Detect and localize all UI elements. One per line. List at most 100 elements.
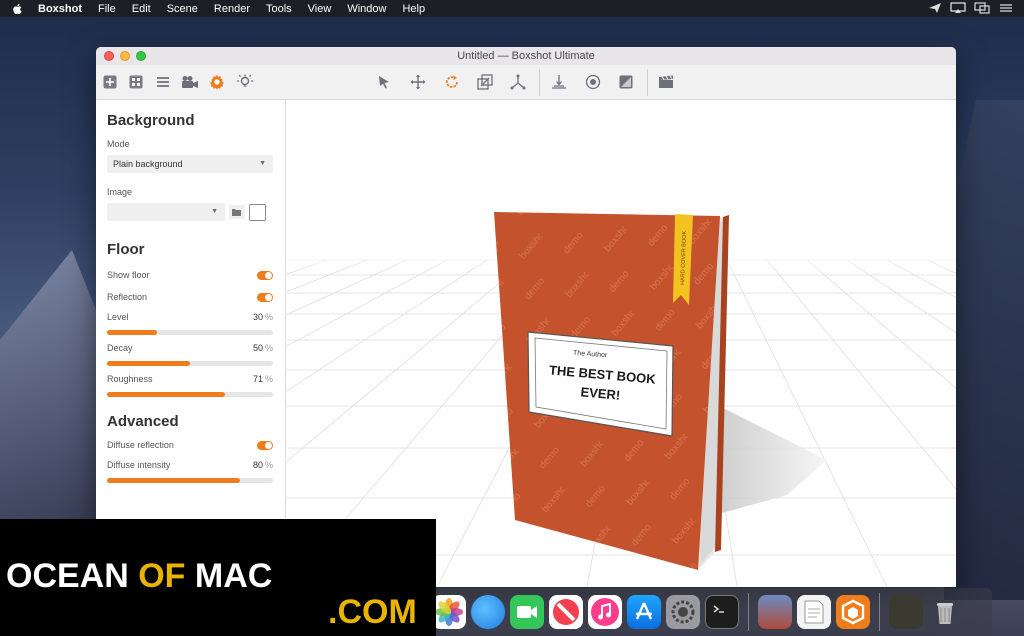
gear-icon [210,75,224,90]
diffuse-intensity-unit: % [264,460,273,470]
airplay-icon[interactable] [950,2,966,14]
mode-label: Mode [107,139,130,149]
chevron-down-icon: ▼ [259,160,266,167]
dock-facetime[interactable] [510,595,544,629]
document-icon [804,600,824,624]
dock-photos[interactable] [432,595,466,629]
title-bar: Untitled — Boxshot Ultimate [96,47,956,65]
render-region-button[interactable] [616,72,636,92]
select-tool-button[interactable] [374,72,394,92]
window-title: Untitled — Boxshot Ultimate [457,50,595,62]
display-icon[interactable] [974,2,990,14]
list-icon [157,77,169,87]
watermark-ocean: OCEAN [6,557,139,595]
dock-news[interactable] [549,595,583,629]
control-center-icon[interactable] [998,2,1014,14]
diffuse-intensity-slider-fill [107,478,240,483]
minimize-window-button[interactable] [120,51,130,61]
pivot-icon [510,74,526,90]
desktop-wallpaper-dune-right [944,100,1024,600]
focus-camera-button[interactable] [583,72,603,92]
decay-slider[interactable] [107,361,273,366]
scene-list-button[interactable] [153,72,173,92]
boxshot-logo-icon [841,599,865,625]
close-window-button[interactable] [104,51,114,61]
menu-window[interactable]: Window [347,3,386,15]
level-label: Level [107,312,129,322]
background-mode-select[interactable]: Plain background ▼ [107,155,273,173]
diffuse-reflection-row: Diffuse reflection [107,434,273,456]
image-label: Image [107,187,133,197]
menu-app-boxshot[interactable]: Boxshot [38,3,82,15]
diffuse-intensity-slider-row: Diffuse intensity 80% [107,460,273,483]
roughness-label: Roughness [107,374,153,384]
dock-trash[interactable] [928,595,962,629]
dock-terminal[interactable] [705,595,739,629]
level-slider-fill [107,330,157,335]
section-title-advanced: Advanced [107,413,179,430]
menu-edit[interactable]: Edit [132,3,151,15]
diffuse-intensity-slider[interactable] [107,478,273,483]
menu-view[interactable]: View [308,3,332,15]
dock-messages[interactable] [471,595,505,629]
environment-settings-button[interactable] [207,72,227,92]
menu-scene[interactable]: Scene [167,3,198,15]
scale-icon [477,74,493,90]
dock-music[interactable] [588,595,622,629]
boxshot-window: Untitled — Boxshot Ultimate Background M… [96,47,956,587]
dock-boxshot[interactable] [836,595,870,629]
background-color-swatch[interactable] [249,203,266,221]
reflection-toggle[interactable] [257,292,273,302]
menu-bar: Boxshot File Edit Scene Render Tools Vie… [0,0,1024,17]
apple-icon[interactable] [12,3,24,15]
level-value: 30 [252,312,263,322]
gear-icon [671,600,695,624]
animation-button[interactable] [656,72,676,92]
dock-textedit[interactable] [797,595,831,629]
menu-help[interactable]: Help [402,3,425,15]
diffuse-reflection-label: Diffuse reflection [107,440,174,450]
dock-app-store[interactable] [627,595,661,629]
decay-slider-fill [107,361,190,366]
show-floor-toggle[interactable] [257,270,273,280]
drop-to-floor-button[interactable] [549,72,569,92]
add-object-button[interactable] [100,72,120,92]
decay-value: 50 [252,343,263,353]
section-title-background: Background [107,112,195,129]
level-slider[interactable] [107,330,273,335]
dock-minimized-window[interactable] [889,595,923,629]
shelf-button[interactable] [126,72,146,92]
target-icon [585,74,601,90]
background-image-select[interactable]: ▼ [107,203,225,221]
toolbar-separator [539,69,540,96]
menu-render[interactable]: Render [214,3,250,15]
dock-separator [748,593,749,631]
3d-viewport[interactable]: demo boxshot [287,100,956,587]
diffuse-reflection-toggle[interactable] [257,440,273,450]
drop-to-floor-icon [552,75,566,89]
scale-tool-button[interactable] [475,72,495,92]
watermark-of: OF [138,557,186,595]
move-tool-button[interactable] [408,72,428,92]
menu-file[interactable]: File [98,3,116,15]
dock-system-preferences[interactable] [666,595,700,629]
photos-flower-icon [435,598,463,626]
level-unit: % [264,312,273,322]
open-folder-icon[interactable] [229,205,245,219]
toolbar-separator [647,69,648,96]
news-icon [553,599,579,625]
reflection-label: Reflection [107,292,148,302]
camera-button[interactable] [180,72,200,92]
roughness-value: 71 [252,374,263,384]
roughness-slider[interactable] [107,392,273,397]
send-icon[interactable] [928,2,942,14]
zoom-window-button[interactable] [136,51,146,61]
rotate-tool-button[interactable] [442,72,462,92]
diffuse-intensity-value: 80 [252,460,263,470]
pivot-tool-button[interactable] [508,72,528,92]
dock-books-stack[interactable] [758,595,792,629]
menu-tools[interactable]: Tools [266,3,292,15]
lights-button[interactable] [235,72,255,92]
clapperboard-icon [659,75,673,88]
watermark-mac: MAC [185,557,273,595]
